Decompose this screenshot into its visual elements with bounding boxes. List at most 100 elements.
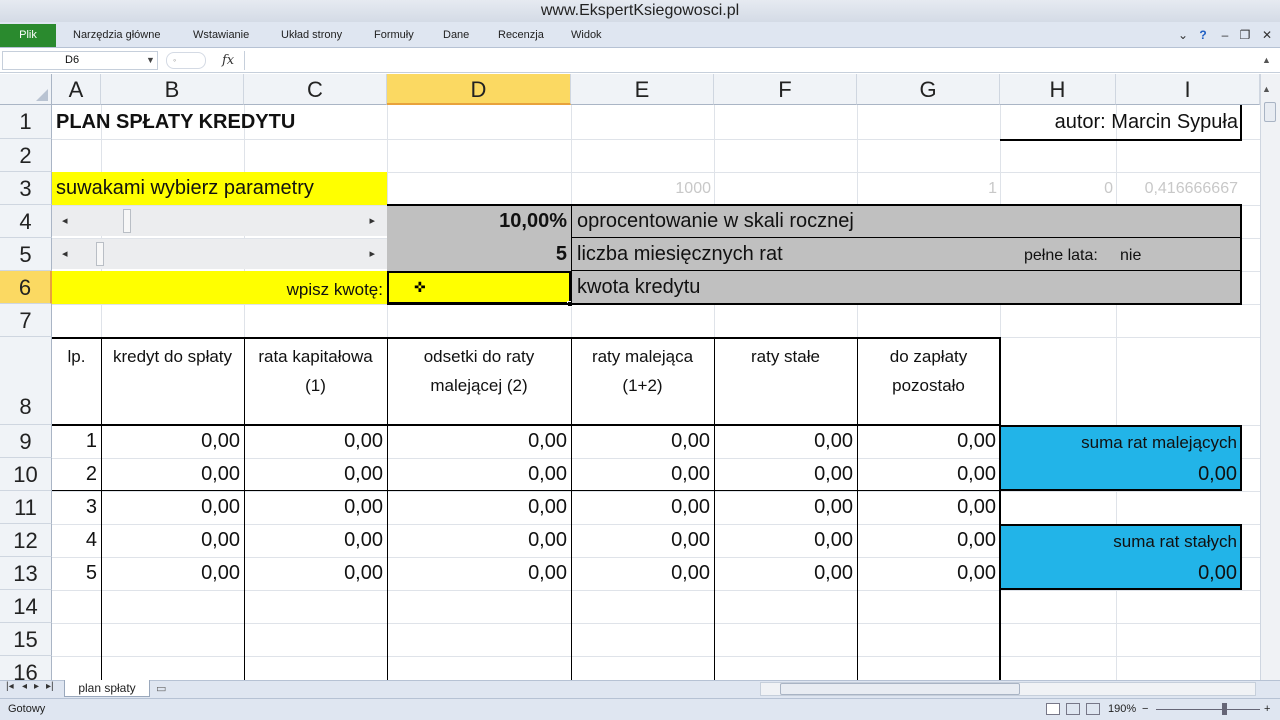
scroll-up-icon[interactable]: ▲: [1262, 84, 1271, 94]
column-header-g[interactable]: G: [857, 74, 1000, 105]
prev-sheet-icon[interactable]: ◂: [22, 681, 27, 692]
table-cell[interactable]: 0,00: [387, 425, 567, 458]
horizontal-scroll-thumb[interactable]: [780, 683, 1020, 695]
table-cell[interactable]: 0,00: [571, 425, 710, 458]
table-cell[interactable]: 0,00: [387, 458, 567, 491]
table-cell[interactable]: 0,00: [387, 524, 567, 557]
sheet-title[interactable]: PLAN SPŁATY KREDYTU: [56, 105, 295, 139]
row-header-13[interactable]: 13: [0, 557, 52, 590]
tab-insert[interactable]: Wstawianie: [193, 22, 249, 48]
interest-slider-thumb[interactable]: [123, 209, 131, 233]
installments-label[interactable]: liczba miesięcznych rat: [577, 238, 783, 271]
author-cell[interactable]: autor: Marcin Sypuła: [1002, 105, 1238, 139]
row-header-1[interactable]: 1: [0, 105, 52, 139]
table-cell[interactable]: 0,00: [101, 491, 240, 524]
interest-slider[interactable]: ◂ ▸: [52, 206, 387, 236]
table-row-number[interactable]: 2: [52, 458, 97, 491]
table-cell[interactable]: 0,00: [244, 524, 383, 557]
page-break-icon[interactable]: [1086, 703, 1100, 715]
helper-value-g3[interactable]: 1: [857, 172, 997, 205]
insert-function-icon[interactable]: fx: [222, 51, 234, 70]
minimize-icon[interactable]: –: [1216, 24, 1234, 46]
column-header-i[interactable]: I: [1116, 74, 1260, 105]
table-cell[interactable]: 0,00: [714, 557, 853, 590]
chevron-down-icon[interactable]: ▼: [146, 51, 155, 70]
amount-label[interactable]: kwota kredytu: [577, 271, 700, 304]
instruction-cell[interactable]: suwakami wybierz parametry: [52, 172, 387, 205]
new-sheet-icon[interactable]: ▭: [156, 682, 174, 696]
table-row-number[interactable]: 5: [52, 557, 97, 590]
table-cell[interactable]: 0,00: [101, 458, 240, 491]
table-header-lp[interactable]: lp.: [52, 342, 101, 371]
installments-count-value[interactable]: 5: [387, 238, 567, 271]
table-cell[interactable]: 0,00: [244, 458, 383, 491]
installments-slider-thumb[interactable]: [95, 242, 104, 266]
table-row-number[interactable]: 3: [52, 491, 97, 524]
fixed-sum-label[interactable]: suma rat stałych: [1001, 524, 1237, 557]
row-header-5[interactable]: 5: [0, 238, 52, 271]
first-sheet-icon[interactable]: |◂: [6, 681, 14, 692]
name-box[interactable]: D6: [2, 51, 158, 70]
table-cell[interactable]: 0,00: [857, 557, 996, 590]
tab-page-layout[interactable]: Układ strony: [281, 22, 342, 48]
select-all-corner[interactable]: [0, 74, 52, 105]
table-cell[interactable]: 0,00: [857, 524, 996, 557]
table-cell[interactable]: 0,00: [101, 557, 240, 590]
table-cell[interactable]: 0,00: [714, 425, 853, 458]
table-header-remaining[interactable]: do zapłaty pozostało: [857, 342, 1000, 400]
vertical-scrollbar[interactable]: [1260, 74, 1280, 680]
table-cell[interactable]: 0,00: [571, 458, 710, 491]
tab-formulas[interactable]: Formuły: [374, 22, 414, 48]
column-header-h[interactable]: H: [1000, 74, 1116, 105]
table-row-number[interactable]: 4: [52, 524, 97, 557]
helper-value-h3[interactable]: 0: [1000, 172, 1113, 205]
row-header-4[interactable]: 4: [0, 205, 52, 238]
restore-icon[interactable]: ❐: [1236, 24, 1254, 46]
table-cell[interactable]: 0,00: [387, 491, 567, 524]
tab-data[interactable]: Dane: [443, 22, 469, 48]
zoom-out-icon[interactable]: −: [1142, 699, 1148, 719]
zoom-level[interactable]: 190%: [1108, 699, 1136, 719]
table-header-capital-installment[interactable]: rata kapitałowa (1): [244, 342, 387, 400]
slider-right-arrow-icon[interactable]: ▸: [369, 214, 375, 227]
row-header-3[interactable]: 3: [0, 172, 52, 205]
spreadsheet-grid[interactable]: A B C D E F G H I 1 2 3 4 5 6 7 8 9 10 1…: [0, 74, 1260, 680]
interest-rate-label[interactable]: oprocentowanie w skali rocznej: [577, 205, 854, 238]
table-cell[interactable]: 0,00: [857, 425, 996, 458]
column-header-a[interactable]: A: [52, 74, 101, 105]
sheet-tab-plan[interactable]: plan spłaty: [64, 680, 150, 697]
row-header-10[interactable]: 10: [0, 458, 52, 491]
row-header-16[interactable]: 16: [0, 656, 52, 680]
zoom-in-icon[interactable]: +: [1264, 699, 1270, 719]
decreasing-sum-label[interactable]: suma rat malejących: [1001, 425, 1237, 458]
column-header-d[interactable]: D: [387, 74, 571, 105]
full-years-label[interactable]: pełne lata:: [1024, 238, 1098, 271]
tab-home[interactable]: Narzędzia główne: [73, 22, 160, 48]
helper-value-e3[interactable]: 1000: [571, 172, 711, 205]
table-cell[interactable]: 0,00: [101, 524, 240, 557]
table-cell[interactable]: 0,00: [571, 524, 710, 557]
interest-rate-value[interactable]: 10,00%: [387, 205, 567, 238]
table-row-number[interactable]: 1: [52, 425, 97, 458]
column-header-e[interactable]: E: [571, 74, 714, 105]
help-icon[interactable]: ?: [1194, 24, 1212, 46]
helper-value-i3[interactable]: 0,416666667: [1116, 172, 1238, 205]
row-header-7[interactable]: 7: [0, 304, 52, 337]
table-header-fixed[interactable]: raty stałe: [714, 342, 857, 371]
table-header-decreasing[interactable]: raty malejąca (1+2): [571, 342, 714, 400]
file-tab[interactable]: Plik: [0, 24, 56, 47]
expand-formula-icon[interactable]: ▲: [1262, 51, 1271, 70]
tab-view[interactable]: Widok: [571, 22, 602, 48]
table-cell[interactable]: 0,00: [714, 491, 853, 524]
column-header-f[interactable]: F: [714, 74, 857, 105]
table-cell[interactable]: 0,00: [857, 458, 996, 491]
table-cell[interactable]: 0,00: [244, 557, 383, 590]
table-cell[interactable]: 0,00: [571, 557, 710, 590]
row-header-6[interactable]: 6: [0, 271, 52, 304]
vertical-scroll-thumb[interactable]: [1264, 102, 1276, 122]
table-cell[interactable]: 0,00: [101, 425, 240, 458]
next-sheet-icon[interactable]: ▸: [34, 681, 39, 692]
slider-left-arrow-icon[interactable]: ◂: [62, 247, 68, 260]
row-header-8[interactable]: 8: [0, 337, 52, 425]
row-header-11[interactable]: 11: [0, 491, 52, 524]
